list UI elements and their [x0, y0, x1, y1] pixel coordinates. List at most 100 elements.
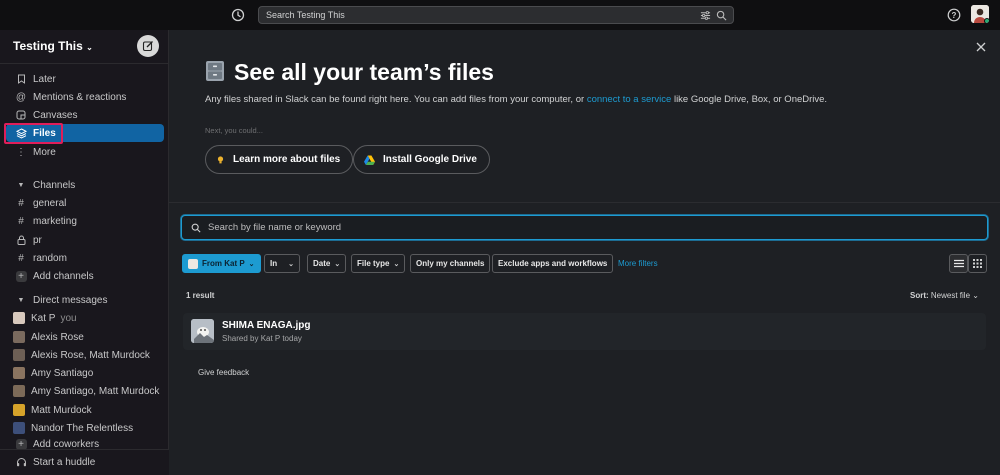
connect-service-link[interactable]: connect to a service: [587, 94, 672, 105]
google-drive-icon: [364, 155, 375, 165]
lightbulb-icon: [216, 155, 225, 165]
hero-title-row: See all your team’s files: [205, 59, 494, 86]
sidebar-divider: [0, 63, 169, 64]
headphones-icon: [14, 457, 28, 467]
grid-view-button[interactable]: [968, 254, 987, 273]
sort-value: Newest file: [930, 291, 971, 300]
more-vertical-icon: ⋮: [16, 146, 26, 158]
hash-icon: #: [18, 215, 24, 227]
channel-label: marketing: [33, 215, 77, 227]
sidebar-item-label: Mentions & reactions: [33, 91, 127, 103]
list-view-button[interactable]: [949, 254, 968, 273]
history-icon[interactable]: [230, 7, 246, 23]
filter-sliders-icon[interactable]: [700, 10, 711, 21]
learn-more-files-button[interactable]: Learn more about files: [205, 145, 354, 174]
help-icon[interactable]: ?: [947, 8, 961, 22]
dm-alexis-matt[interactable]: Alexis Rose, Matt Murdock: [6, 346, 164, 364]
sidebar: Testing This ⌄ Later @ Mentions & reacti…: [0, 30, 169, 475]
file-search-placeholder: Search by file name or keyword: [208, 222, 342, 233]
files-highlight-box: [4, 123, 63, 144]
file-name: SHIMA ENAGA.jpg: [222, 320, 311, 331]
add-channels-button[interactable]: + Add channels: [6, 267, 164, 285]
channel-general[interactable]: # general: [6, 194, 164, 212]
hero-description: Any files shared in Slack can be found r…: [205, 94, 827, 105]
close-icon[interactable]: [975, 41, 987, 53]
install-google-drive-button[interactable]: Install Google Drive: [353, 145, 490, 174]
avatar: [13, 367, 25, 379]
sidebar-item-later[interactable]: Later: [6, 70, 164, 88]
sidebar-item-canvases[interactable]: Canvases: [6, 106, 164, 124]
svg-text:?: ?: [952, 11, 957, 20]
filter-date-button[interactable]: Date ⌄: [307, 254, 347, 273]
channels-header[interactable]: ▼ Channels: [6, 176, 164, 194]
dm-label: Nandor The Relentless: [31, 422, 134, 434]
global-search-text: Search Testing This: [266, 10, 345, 20]
filter-in-button[interactable]: In ⌄: [264, 254, 300, 273]
bookmark-icon: [14, 74, 28, 84]
more-filters-link[interactable]: More filters: [618, 259, 658, 268]
sidebar-item-more[interactable]: ⋮ More: [6, 143, 164, 161]
compose-button[interactable]: [137, 35, 159, 57]
workspace-name[interactable]: Testing This ⌄: [13, 39, 93, 53]
filter-from-button[interactable]: From Kat P ⌄: [182, 254, 261, 273]
result-count: 1 result: [186, 291, 215, 300]
give-feedback-link[interactable]: Give feedback: [198, 368, 249, 377]
search-icon: [191, 223, 201, 233]
channel-pr[interactable]: pr: [6, 231, 164, 249]
start-huddle-button[interactable]: Start a huddle: [6, 453, 164, 471]
dm-label: Alexis Rose, Matt Murdock: [31, 349, 150, 361]
plus-icon: +: [14, 438, 28, 450]
avatar: [13, 331, 25, 343]
file-cabinet-icon: [205, 60, 225, 85]
channel-label: pr: [33, 234, 42, 246]
sidebar-item-label: Canvases: [33, 109, 78, 121]
dm-header[interactable]: ▼ Direct messages: [6, 291, 164, 309]
dm-alexis-rose[interactable]: Alexis Rose: [6, 328, 164, 346]
dm-nandor[interactable]: Nandor The Relentless: [6, 419, 164, 437]
user-avatar[interactable]: [971, 5, 989, 23]
dm-amy-matt[interactable]: Amy Santiago, Matt Murdock: [6, 382, 164, 400]
filter-exclude-apps[interactable]: Exclude apps and workflows: [492, 254, 614, 273]
dm-kat-p[interactable]: Kat P you: [6, 309, 164, 327]
start-huddle-label: Start a huddle: [33, 456, 96, 468]
list-icon: [953, 259, 964, 268]
dm-label: Alexis Rose: [31, 331, 84, 343]
chevron-down-icon: ⌄: [334, 260, 341, 268]
filter-exclude-label: Exclude apps and workflows: [498, 259, 608, 268]
global-search-input[interactable]: Search Testing This: [258, 6, 734, 24]
channel-random[interactable]: # random: [6, 249, 164, 267]
dm-label: Amy Santiago: [31, 367, 94, 379]
hero-description-text: Any files shared in Slack can be found r…: [205, 94, 587, 105]
avatar: [188, 258, 198, 269]
channels-header-label: Channels: [33, 179, 76, 191]
file-search-input[interactable]: Search by file name or keyword: [181, 215, 988, 240]
chevron-down-icon: ⌄: [288, 260, 294, 268]
chevron-down-icon: ⌄: [248, 260, 255, 268]
dm-amy-santiago[interactable]: Amy Santiago: [6, 364, 164, 382]
search-icon[interactable]: [716, 10, 727, 21]
next-steps-label: Next, you could...: [205, 126, 263, 135]
grid-icon: [973, 259, 982, 268]
at-icon: @: [15, 91, 27, 103]
avatar: [13, 422, 25, 434]
presence-indicator: [984, 18, 989, 23]
filter-only-my-channels[interactable]: Only my channels: [410, 254, 491, 273]
hash-icon: #: [18, 252, 24, 264]
dm-label: Matt Murdock: [31, 404, 92, 416]
caret-down-icon: ▼: [17, 296, 25, 304]
sort-dropdown[interactable]: Sort: Newest file ⌄: [910, 291, 979, 300]
top-bar: Search Testing This ?: [0, 0, 1000, 30]
dm-label: Amy Santiago, Matt Murdock: [31, 385, 160, 397]
file-meta: Shared by Kat P today: [222, 334, 302, 343]
sidebar-item-mentions[interactable]: @ Mentions & reactions: [6, 88, 164, 106]
filter-file-type-label: File type: [357, 259, 390, 268]
sort-label: Sort:: [910, 291, 929, 300]
sidebar-item-label: More: [33, 146, 56, 158]
channel-marketing[interactable]: # marketing: [6, 212, 164, 230]
dm-you-label: you: [60, 312, 77, 324]
lock-icon: [14, 235, 28, 245]
hash-icon: #: [18, 197, 24, 209]
filter-file-type-button[interactable]: File type ⌄: [351, 254, 406, 273]
file-list-item[interactable]: SHIMA ENAGA.jpg Shared by Kat P today: [183, 313, 986, 350]
dm-matt-murdock[interactable]: Matt Murdock: [6, 401, 164, 419]
